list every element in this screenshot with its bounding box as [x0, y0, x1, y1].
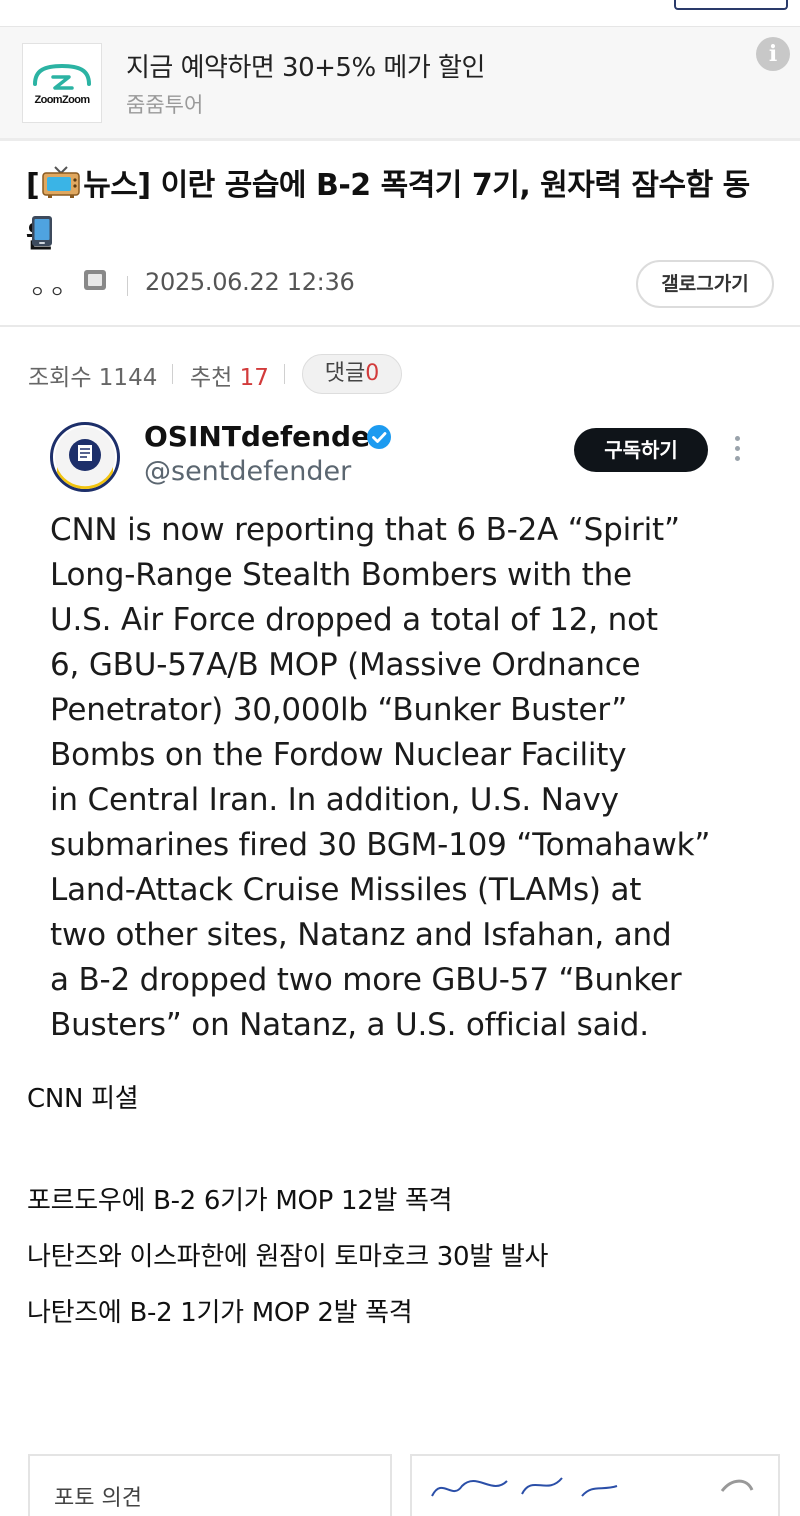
section-divider [0, 325, 800, 327]
views-count: 조회수 1144 [28, 358, 157, 392]
tweet-line: two other sites, Natanz and Isfahan, and [50, 917, 672, 953]
recommend-count: 추천 17 [190, 358, 269, 392]
tweet-line: Penetrator) 30,000lb “Bunker Buster” [50, 692, 628, 728]
mobile-phone-icon [30, 215, 54, 251]
post-title: [ 뉴스] 이란 공습에 B-2 폭격기 7기, 원자력 잠수함 동원 [26, 162, 776, 262]
tweet-line: 6, GBU-57A/B MOP (Massive Ordnance [50, 647, 641, 683]
verified-badge-icon [366, 424, 392, 454]
tv-icon [41, 165, 81, 214]
related-card-right[interactable] [410, 1454, 780, 1516]
article-summary-1: 포르도우에 B-2 6기가 MOP 12발 폭격 [27, 1186, 453, 1216]
gallog-button[interactable]: 갤로그가기 [636, 260, 774, 308]
tweet-line: CNN is now reporting that 6 B-2A “Spirit… [50, 512, 680, 548]
stat-divider [284, 364, 285, 384]
tweet-line: Long-Range Stealth Bombers with the [50, 557, 632, 593]
tweet-author-handle[interactable]: @sentdefender [144, 456, 351, 487]
post-author[interactable]: ㅇ ㅇ [30, 278, 65, 302]
article-summary-2: 나탄즈와 이스파한에 원잠이 토마호크 30발 발사 [27, 1242, 549, 1272]
recommend-label: 추천 [190, 365, 233, 391]
ad-sponsor: 줌줌투어 [126, 93, 204, 117]
tweet-line: U.S. Air Force dropped a total of 12, no… [50, 602, 658, 638]
views-label: 조회수 [28, 365, 92, 391]
recommend-value: 17 [239, 365, 269, 391]
more-options-icon[interactable] [730, 436, 744, 466]
tweet-line: in Central Iran. In addition, U.S. Navy [50, 782, 619, 818]
handwriting-thumbnail [431, 1477, 754, 1497]
tweet-line: Bombs on the Fordow Nuclear Facility [50, 737, 627, 773]
tweet-line: Busters” on Natanz, a U.S. official said… [50, 1007, 649, 1043]
tweet-line: a B-2 dropped two more GBU-57 “Bunker [50, 962, 682, 998]
article-summary-3: 나탄즈에 B-2 1기가 MOP 2발 폭격 [27, 1298, 413, 1328]
views-value: 1144 [98, 365, 158, 391]
comments-value: 0 [365, 361, 380, 386]
title-category: 뉴스] [83, 168, 151, 203]
ad-logo-text: ZoomZoom [34, 94, 90, 106]
info-icon[interactable]: i [756, 37, 790, 71]
zoomzoom-logo-icon: ZoomZoom [22, 43, 102, 123]
top-strip-button[interactable] [674, 0, 788, 10]
tweet-text: CNN is now reporting that 6 B-2A “Spirit… [50, 508, 770, 1048]
meta-divider [127, 276, 128, 296]
comments-label: 댓글 [324, 361, 366, 386]
post-date: 2025.06.22 12:36 [145, 268, 355, 296]
image-icon [84, 270, 106, 290]
title-bracket: [ [26, 168, 40, 203]
tweet-line: submarines fired 30 BGM-109 “Tomahawk” [50, 827, 711, 863]
avatar[interactable] [50, 422, 120, 492]
related-card-left-text: 포토 의견 [54, 1486, 142, 1511]
ad-title[interactable]: 지금 예약하면 30+5% 메가 할인 [126, 47, 485, 84]
subscribe-button[interactable]: 구독하기 [574, 428, 708, 472]
article-source: CNN 피셜 [27, 1084, 139, 1114]
ad-banner[interactable]: ZoomZoom 지금 예약하면 30+5% 메가 할인 줌줌투어 i [0, 27, 800, 141]
tweet-line: Land-Attack Cruise Missiles (TLAMs) at [50, 872, 642, 908]
stat-divider [172, 364, 173, 384]
comments-button[interactable]: 댓글0 [302, 354, 402, 394]
tweet-author-name[interactable]: OSINTdefender [144, 420, 384, 453]
